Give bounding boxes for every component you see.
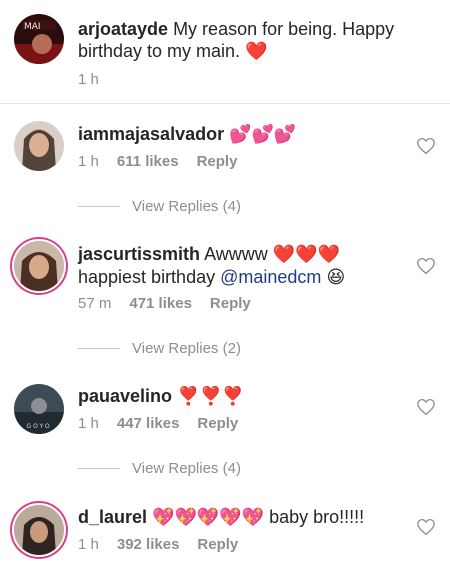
view-replies-label[interactable]: View Replies (2)	[132, 340, 241, 357]
view-replies-line	[78, 348, 120, 349]
comment-body: baby bro!!!!!	[269, 507, 365, 527]
comment-body: Awwww	[204, 244, 268, 264]
comment-likes[interactable]: 447 likes	[117, 415, 180, 432]
caption-text: arjoatayde My reason for being. Happy bi…	[78, 18, 418, 63]
comment-text: pauavelino ❣️❣️❣️	[78, 385, 244, 408]
view-replies[interactable]: View Replies (2)	[78, 340, 241, 357]
comment-meta: 1 h 392 likes Reply	[78, 536, 238, 553]
avatar-jascurtissmith[interactable]	[14, 241, 64, 291]
view-replies-line	[78, 206, 120, 207]
caption-meta: 1 h	[78, 71, 99, 88]
comment-username[interactable]: pauavelino	[78, 386, 172, 406]
caption-username[interactable]: arjoatayde	[78, 19, 168, 39]
view-replies[interactable]: View Replies (4)	[78, 460, 241, 477]
avatar-art-label: GOYO	[26, 423, 51, 430]
comment-likes[interactable]: 611 likes	[117, 153, 179, 170]
reply-button[interactable]: Reply	[197, 536, 238, 553]
comment-emoji: ❣️❣️❣️	[177, 386, 245, 407]
comment-emoji: ❤️❤️❤️	[272, 244, 341, 265]
comment-text: d_laurel 💖💖💖💖💖 baby bro!!!!!	[78, 506, 364, 529]
comment-username[interactable]: jascurtissmith	[78, 244, 200, 264]
comment-username[interactable]: d_laurel	[78, 507, 147, 527]
avatar-image	[14, 505, 64, 555]
svg-text:MAI: MAI	[24, 22, 41, 32]
reply-button[interactable]: Reply	[210, 295, 251, 312]
avatar-image: GOYO	[14, 384, 64, 434]
caption-emoji: ❤️	[245, 41, 268, 62]
avatar-d_laurel[interactable]	[14, 505, 64, 555]
caption-time: 1 h	[78, 71, 99, 88]
avatar-iammajasalvador[interactable]	[14, 121, 64, 171]
reply-button[interactable]: Reply	[197, 415, 238, 432]
comment-time: 1 h	[78, 536, 99, 553]
comment-time: 57 m	[78, 295, 112, 312]
heart-outline-icon[interactable]	[416, 137, 436, 155]
avatar-image	[14, 241, 64, 291]
comment-meta: 57 m 471 likes Reply	[78, 295, 251, 312]
avatar-image	[14, 121, 64, 171]
comment-emoji: 💖💖💖💖💖	[152, 507, 265, 528]
heart-outline-icon[interactable]	[416, 257, 436, 275]
reply-button[interactable]: Reply	[197, 153, 238, 170]
comment-likes[interactable]: 392 likes	[117, 536, 180, 553]
comment-likes[interactable]: 471 likes	[129, 295, 192, 312]
caption-divider	[0, 103, 450, 104]
comment-text: jascurtissmith Awwww ❤️❤️❤️ happiest bir…	[78, 243, 408, 289]
heart-outline-icon[interactable]	[416, 518, 436, 536]
comment-meta: 1 h 447 likes Reply	[78, 415, 238, 432]
avatar-image: MAI	[14, 14, 64, 64]
comment-username[interactable]: iammajasalvador	[78, 124, 224, 144]
comment-time: 1 h	[78, 153, 99, 170]
view-replies[interactable]: View Replies (4)	[78, 198, 241, 215]
comment-emoji: 💕💕💕	[229, 124, 297, 145]
mention-link[interactable]: @mainedcm	[220, 267, 321, 287]
heart-outline-icon[interactable]	[416, 398, 436, 416]
avatar-pauavelino[interactable]: GOYO	[14, 384, 64, 434]
avatar-arjoatayde[interactable]: MAI	[14, 14, 64, 64]
view-replies-label[interactable]: View Replies (4)	[132, 460, 241, 477]
comment-time: 1 h	[78, 415, 99, 432]
comment-meta: 1 h 611 likes Reply	[78, 153, 237, 170]
view-replies-line	[78, 468, 120, 469]
post-caption: MAI arjoatayde My reason for being. Happ…	[0, 0, 450, 104]
comment-emoji-line2: 😆	[326, 267, 346, 288]
comment-body-line2: happiest birthday	[78, 267, 216, 287]
comment-text: iammajasalvador 💕💕💕	[78, 123, 296, 146]
view-replies-label[interactable]: View Replies (4)	[132, 198, 241, 215]
